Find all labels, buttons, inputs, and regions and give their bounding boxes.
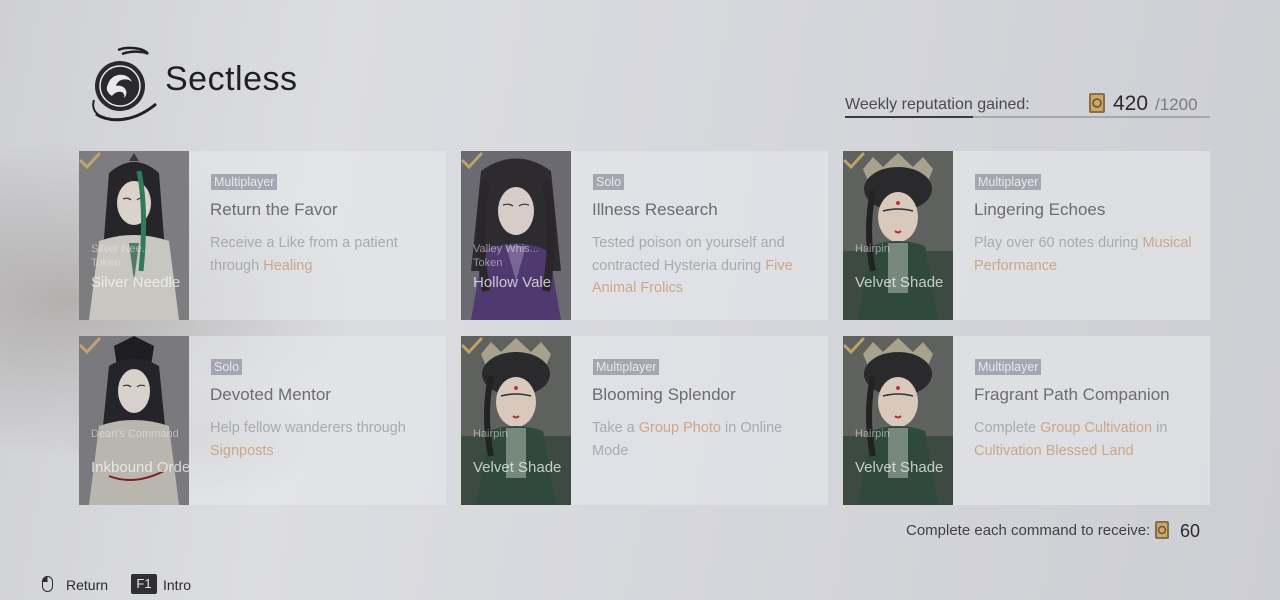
- reward-type-label: Hairpin: [473, 428, 508, 440]
- command-description: Tested poison on yourself and contracted…: [592, 232, 817, 300]
- sect-emblem-icon: [92, 46, 157, 122]
- reward-name: Hollow Vale: [473, 274, 552, 291]
- intro-button[interactable]: Intro: [163, 577, 191, 593]
- reward-portrait: Hairpin Velvet Shade: [843, 336, 953, 505]
- description-text: in: [1152, 420, 1168, 436]
- reward-portrait: Hairpin Velvet Shade: [461, 336, 571, 505]
- reputation-token-icon: [1089, 93, 1105, 113]
- command-type-tag: Multiplayer: [975, 359, 1042, 375]
- command-type-tag: Multiplayer: [593, 359, 660, 375]
- reputation-progress-bar: [845, 116, 1210, 118]
- command-type-tag: Solo: [211, 359, 243, 375]
- reward-portrait: Dean's Command Inkbound Order: [79, 336, 189, 505]
- reward-type-label: Silver Nee...: [91, 243, 151, 255]
- description-text: Help fellow wanderers through: [210, 420, 406, 436]
- description-highlight: Group Cultivation: [1040, 420, 1153, 436]
- mouse-icon: [42, 576, 53, 592]
- command-type-tag: Multiplayer: [211, 174, 278, 190]
- reward-name: Silver Needle: [91, 274, 181, 291]
- description-highlight: Cultivation Blessed Land: [974, 442, 1134, 459]
- description-text: Play over 60 notes during: [974, 235, 1143, 251]
- command-description: Complete Group Cultivation in Cultivatio…: [974, 417, 1199, 462]
- reward-name: Inkbound Order: [91, 459, 189, 476]
- description-highlight: Group Photo: [638, 420, 721, 436]
- reward-type-label: Hairpin: [855, 428, 890, 440]
- completed-check-icon: [79, 152, 101, 170]
- reward-name: Velvet Shade: [855, 274, 944, 291]
- description-highlight: Signposts: [210, 442, 274, 459]
- command-title: Lingering Echoes: [974, 200, 1106, 219]
- command-title: Fragrant Path Companion: [974, 385, 1170, 404]
- command-card[interactable]: Valley Whis... Token Hollow Vale Solo Il…: [461, 151, 828, 320]
- command-card[interactable]: Hairpin Velvet Shade Multiplayer Lingeri…: [843, 151, 1210, 320]
- reputation-current: 420: [1113, 92, 1149, 115]
- reputation-token-icon: [1155, 521, 1169, 539]
- command-card[interactable]: Hairpin Velvet Shade Multiplayer Bloomin…: [461, 336, 828, 505]
- reward-name: Velvet Shade: [855, 459, 944, 476]
- command-card[interactable]: Hairpin Velvet Shade Multiplayer Fragran…: [843, 336, 1210, 505]
- completed-check-icon: [843, 337, 865, 355]
- completed-check-icon: [843, 152, 865, 170]
- return-button[interactable]: Return: [66, 577, 108, 593]
- command-description: Receive a Like from a patient through He…: [210, 232, 435, 277]
- reputation-label: Weekly reputation gained:: [845, 96, 1030, 113]
- command-description: Help fellow wanderers through Signposts: [210, 417, 435, 462]
- reputation-progress-fill: [845, 116, 973, 118]
- reward-type-label: Valley Whis...: [473, 243, 539, 255]
- weekly-reputation: Weekly reputation gained: 420 /1200: [845, 88, 1210, 120]
- command-type-tag: Multiplayer: [975, 174, 1042, 190]
- reward-type-label: Hairpin: [855, 243, 890, 255]
- command-title: Illness Research: [592, 200, 718, 219]
- command-title: Return the Favor: [210, 200, 338, 219]
- command-description: Play over 60 notes during Musical Perfor…: [974, 232, 1199, 277]
- completed-check-icon: [79, 337, 101, 355]
- command-type-tag: Solo: [593, 174, 625, 190]
- page-title: Sectless: [165, 60, 298, 98]
- reputation-max: /1200: [1155, 95, 1198, 114]
- reward-portrait: Hairpin Velvet Shade: [843, 151, 953, 320]
- description-text: Complete: [974, 420, 1041, 436]
- command-card[interactable]: Dean's Command Inkbound Order Solo Devot…: [79, 336, 446, 505]
- reward-portrait: Silver Nee... Token Silver Needle: [79, 151, 189, 320]
- reward-type-label-2: Token: [473, 257, 503, 269]
- completion-reward-value: 60: [1180, 521, 1201, 541]
- description-text: Tested poison on yourself and contracted…: [592, 235, 785, 274]
- reward-portrait: Valley Whis... Token Hollow Vale: [461, 151, 571, 320]
- command-description: Take a Group Photo in Online Mode: [592, 417, 817, 462]
- completed-check-icon: [461, 337, 483, 355]
- command-title: Blooming Splendor: [592, 385, 736, 404]
- reward-type-label-2: Token: [91, 257, 121, 269]
- reward-type-label: Dean's Command: [91, 428, 179, 440]
- f1-key-icon: F1: [131, 574, 157, 594]
- command-card[interactable]: Silver Nee... Token Silver Needle Multip…: [79, 151, 446, 320]
- description-highlight: Healing: [263, 257, 313, 274]
- reward-name: Velvet Shade: [473, 459, 562, 476]
- completed-check-icon: [461, 152, 483, 170]
- description-text: Take a: [592, 420, 639, 436]
- command-title: Devoted Mentor: [210, 385, 331, 404]
- completion-reward-label: Complete each command to receive:: [906, 522, 1151, 539]
